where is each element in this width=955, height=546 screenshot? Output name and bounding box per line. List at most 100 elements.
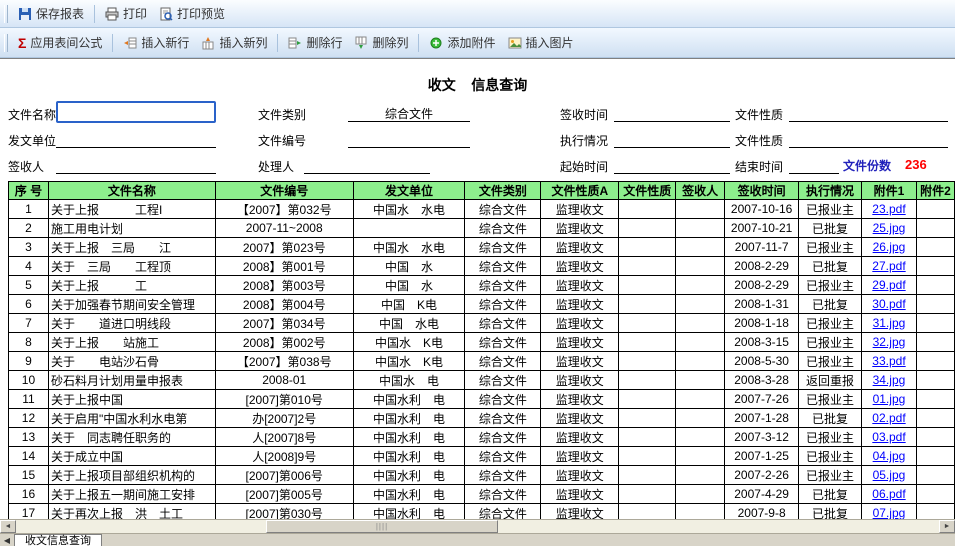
tab-scroll-left-icon[interactable]: ◀ [0, 534, 14, 546]
cell-file-number[interactable]: 2008】第004号 [215, 295, 353, 314]
cell-category[interactable]: 综合文件 [465, 219, 541, 238]
cell-sign-time[interactable]: 2007-7-26 [725, 390, 799, 409]
cell-exec-status[interactable]: 已批复 [799, 409, 862, 428]
cell-attachment-2[interactable] [916, 219, 954, 238]
cell-sign-time[interactable]: 2007-1-25 [725, 447, 799, 466]
cell-exec-status[interactable]: 已批复 [799, 504, 862, 520]
cell-signer[interactable] [676, 276, 725, 295]
cell-file-number[interactable]: 人[2007]8号 [215, 428, 353, 447]
cell-category[interactable]: 综合文件 [465, 485, 541, 504]
cell-no[interactable]: 13 [9, 428, 49, 447]
cell-exec-status[interactable]: 已批复 [799, 257, 862, 276]
cell-attachment-1[interactable]: 23.pdf [862, 200, 917, 219]
cell-attachment-1[interactable]: 31.jpg [862, 314, 917, 333]
cell-issuing-unit[interactable]: 中国水利 电 [353, 466, 465, 485]
cell-no[interactable]: 1 [9, 200, 49, 219]
cell-file-number[interactable]: 【2007】第038号 [215, 352, 353, 371]
start-time-field[interactable] [614, 157, 730, 174]
cell-category[interactable]: 综合文件 [465, 238, 541, 257]
cell-sign-time[interactable]: 2007-2-26 [725, 466, 799, 485]
cell-sign-time[interactable]: 2008-3-28 [725, 371, 799, 390]
cell-exec-status[interactable]: 已报业主 [799, 466, 862, 485]
cell-nature-a[interactable]: 监理收文 [541, 276, 619, 295]
cell-sign-time[interactable]: 2007-10-16 [725, 200, 799, 219]
attachment-link[interactable]: 01.jpg [873, 392, 906, 406]
cell-exec-status[interactable]: 已批复 [799, 295, 862, 314]
cell-nature-b[interactable] [619, 352, 676, 371]
cell-sign-time[interactable]: 2008-3-15 [725, 333, 799, 352]
table-row[interactable]: 4关于 三局 工程顶2008】第001号中国 水 综合文件监理收文2008-2-… [9, 257, 955, 276]
cell-nature-b[interactable] [619, 276, 676, 295]
add-attachment-button[interactable]: 添加附件 [423, 31, 501, 54]
cell-sign-time[interactable]: 2008-2-29 [725, 257, 799, 276]
issuing-unit-field[interactable] [56, 131, 216, 148]
cell-attachment-1[interactable]: 34.jpg [862, 371, 917, 390]
cell-file-number[interactable]: 2008-01 [215, 371, 353, 390]
cell-file-number[interactable]: 2007】第023号 [215, 238, 353, 257]
cell-attachment-2[interactable] [916, 428, 954, 447]
attachment-link[interactable]: 07.jpg [873, 506, 906, 519]
cell-file-number[interactable]: 2007-11~2008 [215, 219, 353, 238]
cell-file-name[interactable]: 关于 电站沙石骨 [48, 352, 215, 371]
cell-no[interactable]: 5 [9, 276, 49, 295]
cell-sign-time[interactable]: 2007-11-7 [725, 238, 799, 257]
cell-signer[interactable] [676, 504, 725, 520]
cell-no[interactable]: 17 [9, 504, 49, 520]
cell-issuing-unit[interactable]: 中国水 水电 [353, 200, 465, 219]
attachment-link[interactable]: 25.jpg [873, 221, 906, 235]
table-row[interactable]: 16关于上报五一期间施工安排[2007]第005号中国水利 电 综合文件监理收文… [9, 485, 955, 504]
cell-issuing-unit[interactable]: 中国水利 电 [353, 428, 465, 447]
cell-nature-a[interactable]: 监理收文 [541, 447, 619, 466]
cell-exec-status[interactable]: 已批复 [799, 219, 862, 238]
table-row[interactable]: 5关于上报 工2008】第003号中国 水 综合文件监理收文2008-2-29已… [9, 276, 955, 295]
attachment-link[interactable]: 29.pdf [872, 278, 905, 292]
cell-nature-b[interactable] [619, 295, 676, 314]
cell-sign-time[interactable]: 2007-3-12 [725, 428, 799, 447]
cell-signer[interactable] [676, 238, 725, 257]
cell-nature-a[interactable]: 监理收文 [541, 352, 619, 371]
delete-column-button[interactable]: 删除列 [348, 31, 414, 54]
cell-attachment-2[interactable] [916, 485, 954, 504]
cell-attachment-1[interactable]: 03.pdf [862, 428, 917, 447]
cell-sign-time[interactable]: 2007-10-21 [725, 219, 799, 238]
cell-issuing-unit[interactable]: 中国 水电 [353, 314, 465, 333]
cell-file-name[interactable]: 关于启用"中国水利水电第 [48, 409, 215, 428]
cell-no[interactable]: 8 [9, 333, 49, 352]
cell-attachment-1[interactable]: 25.jpg [862, 219, 917, 238]
cell-signer[interactable] [676, 428, 725, 447]
cell-nature-b[interactable] [619, 466, 676, 485]
print-button[interactable]: 打印 [99, 2, 153, 25]
cell-nature-b[interactable] [619, 504, 676, 520]
table-row[interactable]: 12关于启用"中国水利水电第办[2007]2号中国水利 电 综合文件监理收文20… [9, 409, 955, 428]
cell-file-name[interactable]: 关于 道进口明线段 [48, 314, 215, 333]
cell-issuing-unit[interactable]: 中国水利 电 [353, 504, 465, 520]
cell-category[interactable]: 综合文件 [465, 295, 541, 314]
cell-nature-a[interactable]: 监理收文 [541, 333, 619, 352]
cell-no[interactable]: 12 [9, 409, 49, 428]
cell-issuing-unit[interactable]: 中国水 K电 [353, 352, 465, 371]
cell-nature-b[interactable] [619, 485, 676, 504]
delete-row-button[interactable]: 删除行 [282, 31, 348, 54]
cell-file-name[interactable]: 关于上报 三局 江 [48, 238, 215, 257]
cell-nature-b[interactable] [619, 447, 676, 466]
cell-nature-a[interactable]: 监理收文 [541, 428, 619, 447]
cell-issuing-unit[interactable]: 中国 水 [353, 276, 465, 295]
cell-sign-time[interactable]: 2008-2-29 [725, 276, 799, 295]
cell-category[interactable]: 综合文件 [465, 314, 541, 333]
cell-issuing-unit[interactable]: 中国 K电 [353, 295, 465, 314]
cell-file-name[interactable]: 关于上报中国 [48, 390, 215, 409]
cell-attachment-2[interactable] [916, 333, 954, 352]
cell-file-name[interactable]: 关于上报 站施工 [48, 333, 215, 352]
cell-signer[interactable] [676, 200, 725, 219]
cell-no[interactable]: 15 [9, 466, 49, 485]
cell-file-name[interactable]: 关于上报五一期间施工安排 [48, 485, 215, 504]
cell-attachment-1[interactable]: 01.jpg [862, 390, 917, 409]
cell-no[interactable]: 10 [9, 371, 49, 390]
cell-file-number[interactable]: 办[2007]2号 [215, 409, 353, 428]
cell-signer[interactable] [676, 409, 725, 428]
cell-signer[interactable] [676, 219, 725, 238]
cell-no[interactable]: 3 [9, 238, 49, 257]
cell-nature-a[interactable]: 监理收文 [541, 257, 619, 276]
cell-nature-b[interactable] [619, 238, 676, 257]
cell-attachment-1[interactable]: 33.pdf [862, 352, 917, 371]
